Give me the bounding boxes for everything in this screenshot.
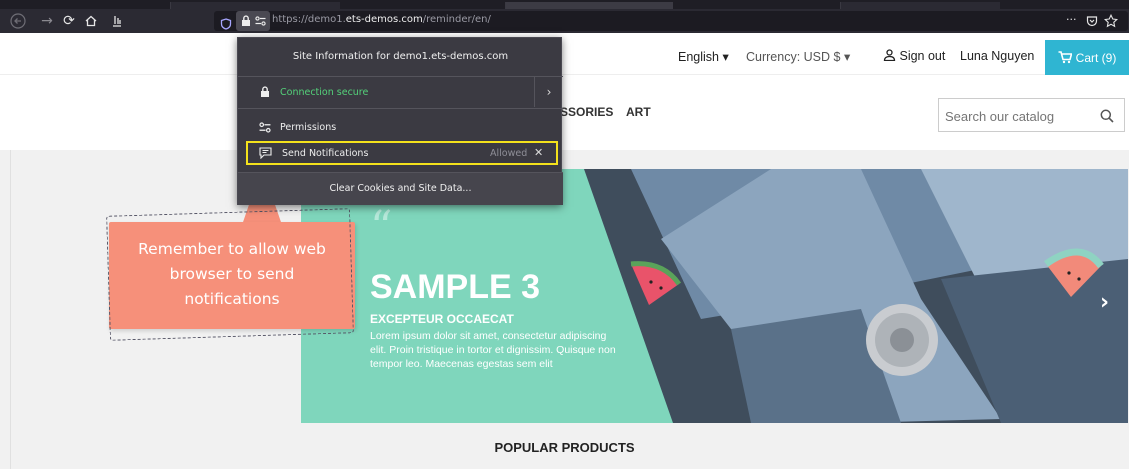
quote-mark: “ (370, 202, 393, 253)
url-bar[interactable]: https://demo1.ets-demos.com/reminder/en/… (214, 11, 1128, 31)
content-divider (10, 150, 11, 469)
remove-permission-icon[interactable]: ✕ (534, 146, 543, 159)
reload-button[interactable]: ⟳ (60, 9, 78, 33)
currency-selector[interactable]: Currency: USD $ ▾ (746, 49, 850, 64)
lock-icon (261, 86, 269, 97)
permissions-heading: Permissions (280, 122, 337, 133)
permissions-icon (259, 122, 271, 133)
notification-permission-row: Send Notifications Allowed ✕ (246, 141, 558, 165)
divider (238, 108, 563, 109)
user-icon (883, 49, 896, 62)
language-selector[interactable]: English ▾ (678, 49, 729, 64)
signout-link[interactable]: Sign out (883, 49, 945, 63)
slide-description: Lorem ipsum dolor sit amet, consectetur … (370, 330, 616, 370)
language-label: English (678, 50, 719, 64)
search-icon[interactable] (1100, 109, 1114, 123)
permissions-icon (255, 16, 266, 26)
pocket-icon[interactable] (1086, 15, 1098, 27)
chevron-right-icon[interactable]: › (534, 77, 563, 107)
library-button[interactable] (108, 9, 126, 33)
section-title-popular: POPULAR PRODUCTS (494, 440, 635, 455)
site-info-button[interactable] (236, 11, 270, 31)
cart-button[interactable]: Cart (9) (1045, 40, 1129, 75)
lock-icon (242, 15, 250, 26)
forward-icon: → (41, 13, 53, 29)
home-icon (85, 15, 97, 27)
back-icon (10, 13, 26, 29)
cart-icon (1058, 51, 1072, 64)
signout-label: Sign out (899, 49, 946, 63)
callout-line: Remember to allow web (138, 240, 326, 258)
page-actions-icon[interactable]: ··· (1066, 13, 1077, 26)
library-icon (113, 16, 121, 27)
reload-icon: ⟳ (63, 13, 75, 29)
url-text[interactable]: https://demo1.ets-demos.com/reminder/en/ (272, 14, 491, 25)
search-input[interactable] (945, 106, 1095, 126)
browser-toolbar: → ⟳ https://demo1.ets-demos.com/reminder… (0, 9, 1129, 33)
notification-label: Send Notifications (282, 148, 369, 159)
panel-title: Site Information for demo1.ets-demos.com (292, 51, 509, 62)
cart-label: Cart (9) (1075, 50, 1117, 65)
browser-tab[interactable] (170, 2, 340, 9)
tab-strip (0, 0, 1129, 9)
url-domain: ets-demos.com (345, 14, 423, 25)
account-link[interactable]: Luna Nguyen (960, 49, 1034, 63)
clear-cookies-button[interactable]: Clear Cookies and Site Data... (238, 173, 563, 205)
search-box (938, 98, 1125, 132)
slide-title: SAMPLE 3 (370, 268, 541, 306)
notification-state: Allowed (490, 148, 528, 159)
bookmark-star-icon[interactable] (1104, 14, 1118, 28)
connection-row[interactable]: Connection secure › (238, 77, 563, 107)
browser-tab-active[interactable] (505, 2, 673, 9)
browser-tab[interactable] (840, 2, 1000, 9)
currency-label: Currency: USD $ (746, 50, 841, 64)
menu-item-accessories[interactable]: SSORIES (560, 105, 613, 119)
caret-down-icon: ▾ (722, 50, 729, 64)
callout-line: browser to send (169, 265, 295, 283)
callout-text: Remember to allow web browser to send no… (110, 237, 354, 312)
tracking-shield-icon[interactable] (220, 15, 232, 34)
slide-subtitle: EXCEPTEUR OCCAECAT (370, 312, 514, 326)
site-information-panel: Site Information for demo1.ets-demos.com… (237, 37, 563, 205)
connection-status: Connection secure (280, 87, 369, 98)
url-prefix: https://demo1. (272, 14, 346, 25)
back-button[interactable] (8, 9, 28, 33)
url-path: /reminder/en/ (422, 14, 491, 25)
callout-line: notifications (184, 290, 280, 308)
menu-item-art[interactable]: ART (626, 105, 651, 119)
forward-button[interactable]: → (38, 9, 56, 33)
slider-next-icon[interactable]: › (1100, 290, 1109, 315)
notification-icon (259, 147, 272, 159)
site-header: English ▾ Currency: USD $ ▾ Sign out Lun… (0, 33, 1129, 75)
caret-down-icon: ▾ (843, 50, 851, 64)
home-button[interactable] (82, 9, 100, 33)
